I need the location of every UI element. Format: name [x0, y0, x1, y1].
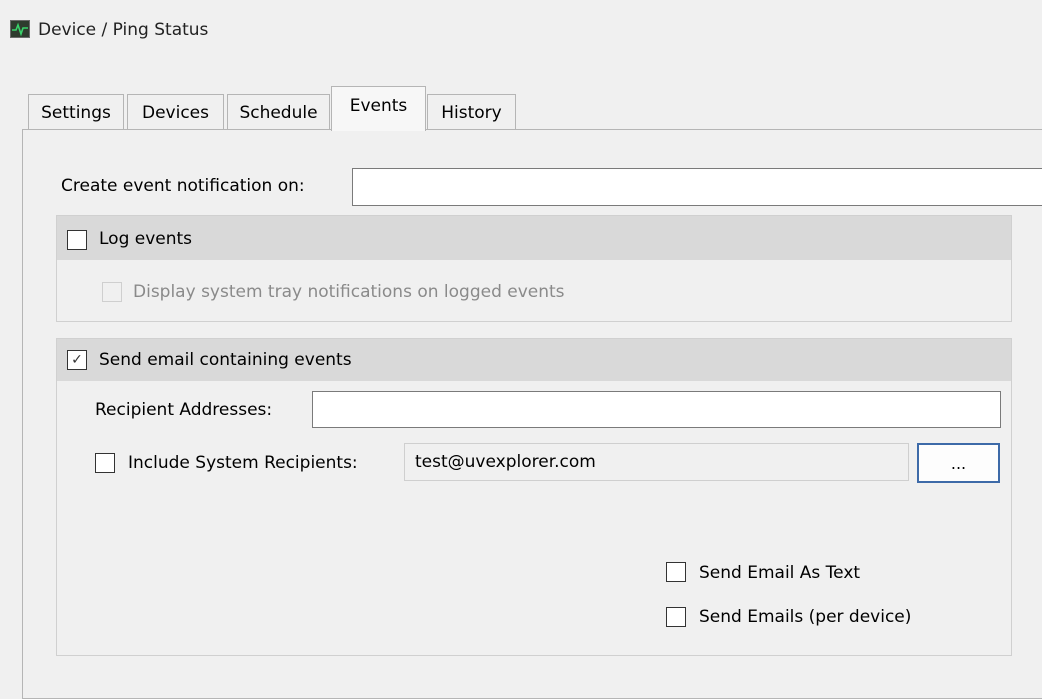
include-system-recipients-checkbox[interactable] — [95, 453, 115, 473]
send-email-as-text-checkbox[interactable] — [666, 562, 686, 582]
log-events-header — [57, 216, 1011, 260]
log-events-group — [56, 215, 1012, 322]
tab-settings[interactable]: Settings — [28, 94, 124, 130]
app-icon — [10, 20, 30, 38]
log-events-label: Log events — [99, 229, 193, 249]
create-event-input[interactable] — [352, 168, 1042, 206]
send-email-label: Send email containing events — [99, 350, 352, 370]
tab-events[interactable]: Events — [331, 86, 426, 131]
system-recipients-value: test@uvexplorer.com — [415, 452, 596, 472]
send-emails-per-device-label: Send Emails (per device) — [699, 607, 912, 627]
send-email-as-text-label: Send Email As Text — [699, 563, 861, 583]
send-email-checkbox[interactable]: ✓ — [67, 350, 87, 370]
tray-notifications-checkbox[interactable] — [102, 282, 122, 302]
tab-schedule[interactable]: Schedule — [227, 94, 330, 130]
send-emails-per-device-checkbox[interactable] — [666, 607, 686, 627]
system-recipients-field[interactable]: test@uvexplorer.com — [404, 443, 909, 481]
tray-notifications-label: Display system tray notifications on log… — [133, 282, 565, 302]
window-title: Device / Ping Status — [38, 20, 209, 40]
recipient-addresses-input[interactable] — [312, 391, 1001, 428]
checkmark-icon: ✓ — [71, 352, 83, 368]
tab-history[interactable]: History — [427, 94, 516, 130]
include-system-recipients-label: Include System Recipients: — [128, 453, 358, 473]
log-events-checkbox[interactable] — [67, 230, 87, 250]
recipient-addresses-label: Recipient Addresses: — [95, 400, 273, 420]
create-event-label: Create event notification on: — [61, 176, 305, 196]
browse-recipients-button[interactable]: ... — [917, 443, 1000, 483]
tab-devices[interactable]: Devices — [127, 94, 224, 130]
